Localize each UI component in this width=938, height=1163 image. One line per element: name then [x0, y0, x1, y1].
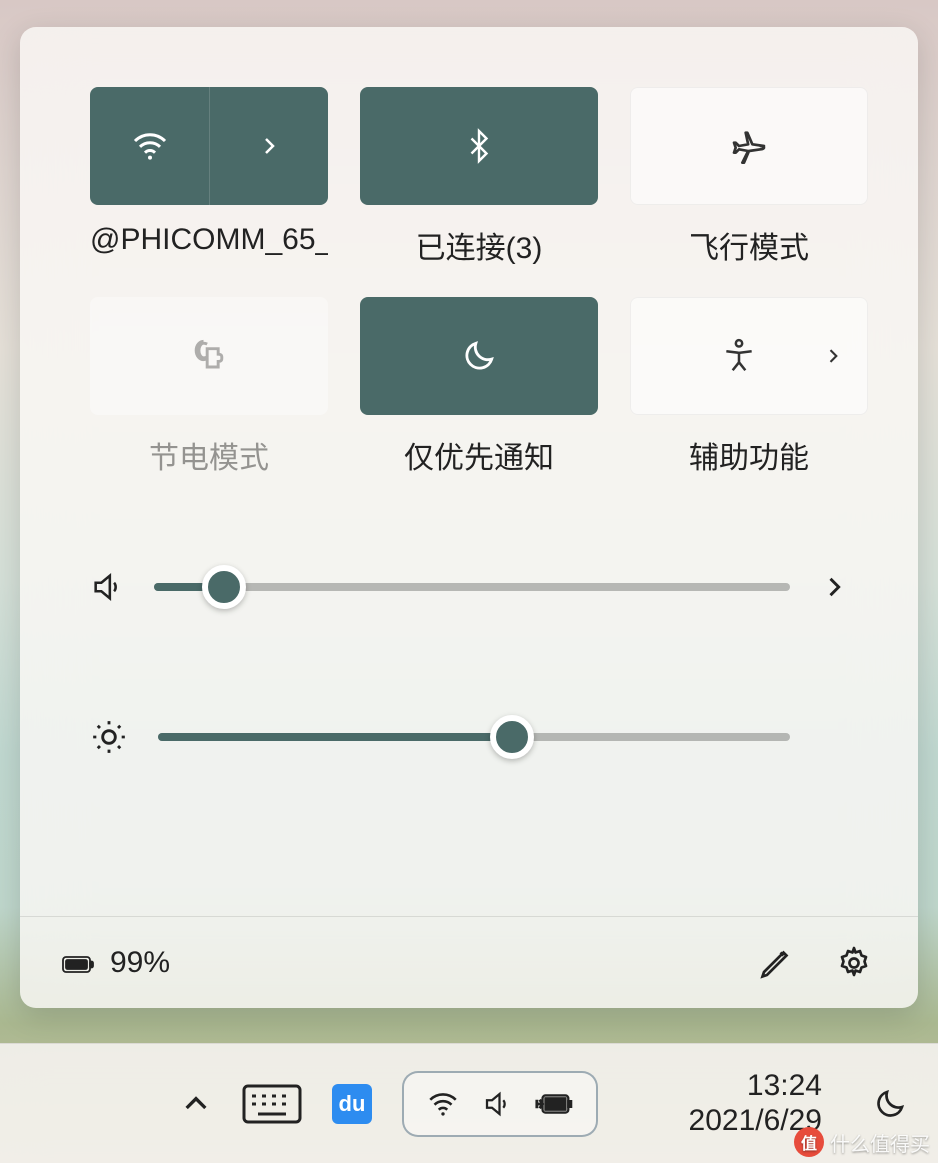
chevron-right-icon — [823, 346, 843, 366]
accessibility-tile[interactable] — [630, 297, 868, 415]
brightness-row — [90, 707, 848, 767]
wifi-group: @PHICOMM_65_5 — [90, 87, 328, 267]
watermark-badge: 值 — [794, 1127, 824, 1157]
wifi-label: @PHICOMM_65_5 — [90, 223, 328, 257]
bluetooth-icon — [461, 128, 497, 164]
battery-text: 99% — [110, 946, 170, 980]
edit-button[interactable] — [752, 939, 800, 987]
focus-label: 仅优先通知 — [404, 433, 554, 477]
moon-icon — [872, 1086, 908, 1122]
keyboard-icon — [242, 1084, 302, 1124]
battery-saver-icon — [187, 334, 231, 378]
volume-slider[interactable] — [154, 583, 790, 591]
accessibility-label: 辅助功能 — [689, 433, 809, 477]
volume-expand[interactable] — [820, 573, 848, 601]
wifi-toggle[interactable] — [90, 87, 210, 205]
panel-footer: 99% — [20, 916, 918, 1008]
chevron-right-icon — [257, 134, 281, 158]
bluetooth-label: 已连接(3) — [416, 223, 543, 267]
chevron-up-icon — [180, 1088, 212, 1120]
system-tray-group[interactable] — [402, 1071, 598, 1137]
bluetooth-tile[interactable] — [360, 87, 598, 205]
time-text: 13:24 — [689, 1069, 822, 1104]
focus-group: 仅优先通知 — [360, 297, 598, 477]
volume-row — [90, 557, 848, 617]
wifi-tile[interactable] — [90, 87, 328, 205]
focus-tile[interactable] — [360, 297, 598, 415]
volume-tray-icon[interactable] — [482, 1089, 512, 1119]
gear-icon — [836, 945, 872, 981]
brightness-fill — [158, 733, 512, 741]
tile-grid: @PHICOMM_65_5 已连接(3) 飞行模式 — [20, 27, 918, 477]
volume-icon[interactable] — [90, 570, 124, 604]
brightness-thumb[interactable] — [490, 715, 534, 759]
airplane-icon — [729, 126, 769, 166]
battery-status[interactable]: 99% — [60, 945, 170, 981]
wifi-tray-icon[interactable] — [426, 1087, 460, 1121]
wifi-expand[interactable] — [210, 87, 328, 205]
bluetooth-group: 已连接(3) — [360, 87, 598, 267]
brightness-slider[interactable] — [158, 733, 790, 741]
battery-saver-label: 节电模式 — [149, 433, 269, 477]
battery-saver-group: 节电模式 — [90, 297, 328, 477]
settings-button[interactable] — [830, 939, 878, 987]
moon-icon — [460, 337, 498, 375]
airplane-tile[interactable] — [630, 87, 868, 205]
baidu-ime-button[interactable]: du — [332, 1084, 372, 1124]
battery-icon — [60, 945, 96, 981]
battery-charging-tray-icon[interactable] — [534, 1089, 574, 1119]
touch-keyboard-button[interactable] — [242, 1084, 302, 1124]
focus-taskbar-button[interactable] — [872, 1086, 908, 1122]
volume-thumb[interactable] — [202, 565, 246, 609]
quick-settings-panel: @PHICOMM_65_5 已连接(3) 飞行模式 — [20, 27, 918, 1008]
baidu-icon: du — [332, 1084, 372, 1124]
watermark-text: 什么值得买 — [830, 1128, 930, 1157]
accessibility-icon — [655, 337, 823, 375]
battery-saver-tile — [90, 297, 328, 415]
pencil-icon — [758, 945, 794, 981]
wifi-icon — [130, 126, 170, 166]
accessibility-group: 辅助功能 — [630, 297, 868, 477]
airplane-label: 飞行模式 — [689, 223, 809, 267]
brightness-icon[interactable] — [90, 718, 128, 756]
airplane-group: 飞行模式 — [630, 87, 868, 267]
tray-overflow[interactable] — [180, 1088, 212, 1120]
watermark: 值 什么值得买 — [794, 1127, 930, 1157]
sliders-section — [20, 477, 918, 767]
